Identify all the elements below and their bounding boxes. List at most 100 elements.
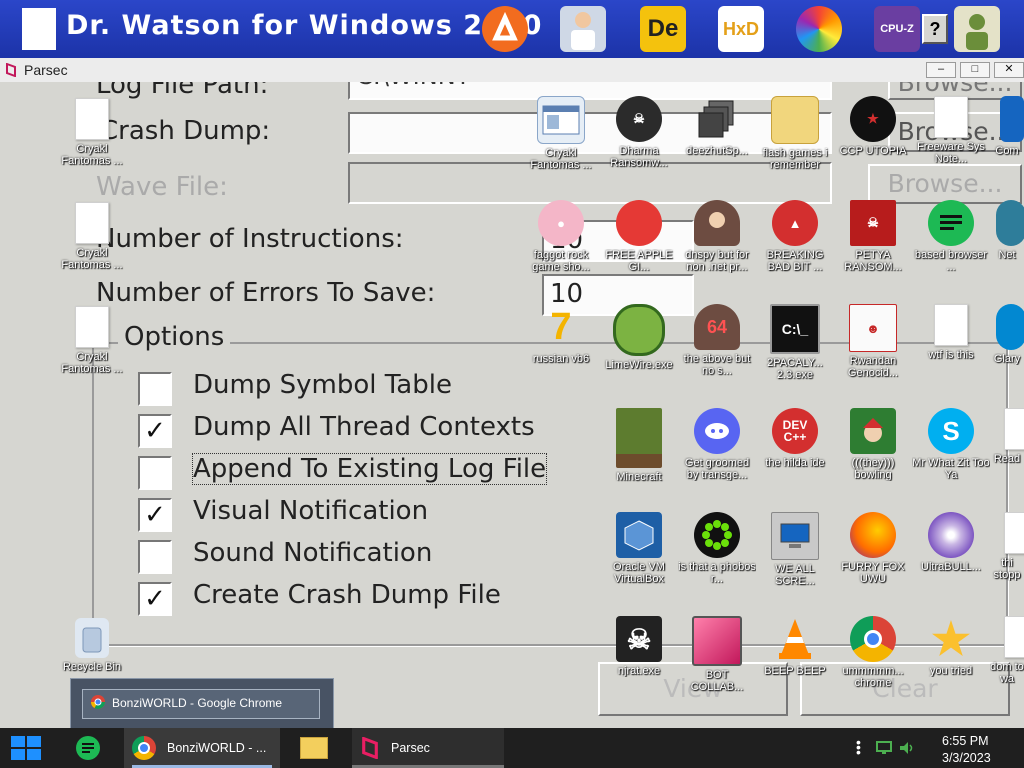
desktop-icon-wtf[interactable]: wtf is this — [912, 304, 990, 361]
file-icon — [75, 98, 109, 140]
photos-icon[interactable] — [796, 6, 842, 52]
desktop-icon-we-all-scre[interactable]: WE ALL SCRE... — [756, 512, 834, 587]
clock-date[interactable]: 3/3/2023 — [942, 751, 991, 765]
star-icon: ★ — [931, 614, 971, 664]
desktop-icon-russian-vb6[interactable]: 7 russian vb6 — [522, 304, 600, 366]
desktop-icon-bowling[interactable]: (((they))) bowling — [834, 408, 912, 481]
start-button[interactable] — [0, 728, 54, 768]
desktop-icon-chrome[interactable]: ummmmm... chrome — [834, 616, 912, 689]
vb6-icon: 7 — [550, 305, 572, 348]
folder-icon — [771, 96, 819, 144]
desktop-icon-furry-fox[interactable]: FURRY FOX UWU — [834, 512, 912, 585]
glary-icon — [996, 304, 1024, 350]
desktop-icon-discord[interactable]: Get groomed by transge... — [678, 408, 756, 481]
skull-icon: ☠ — [616, 616, 662, 662]
desktop-icon-cryakl-1[interactable]: Cryakl Fantomas ... — [53, 98, 131, 167]
desktop-icon-njrat[interactable]: ☠ njrat.exe — [600, 616, 678, 677]
dump-symbol-table-label: Dump Symbol Table — [193, 370, 452, 400]
windows-start-icon — [11, 736, 41, 760]
browse-wave-button[interactable]: Browse... — [868, 164, 1022, 204]
taskbar-explorer[interactable] — [286, 728, 340, 768]
desktop-icon-dom[interactable]: dom to wa — [990, 616, 1024, 685]
desktop-icon-dnspy[interactable]: dnspy but for non .net pr... — [678, 200, 756, 273]
stack-icon — [694, 96, 740, 142]
app-icon — [22, 8, 56, 50]
cpu-z-icon[interactable]: CPU-Z — [874, 6, 920, 52]
desktop-icon-ccp-utopia[interactable]: ★ CCP UTOPIA — [834, 96, 912, 157]
file-icon — [1004, 512, 1024, 554]
desktop-icon-skype[interactable]: S Mr What Zit Too Ya — [912, 408, 990, 481]
dump-symbol-table-checkbox[interactable] — [138, 372, 172, 406]
errors-label: Number of Errors To Save: — [96, 278, 436, 308]
desktop-icon-bot-collab[interactable]: BOT COLLAB... — [678, 616, 756, 693]
network-icon[interactable] — [876, 741, 892, 755]
desktop-icon-flash-games[interactable]: flash games i remember — [756, 96, 834, 171]
file-icon — [934, 96, 968, 138]
dump-thread-contexts-checkbox[interactable]: ✓ — [138, 414, 172, 448]
desktop-icon-phobos[interactable]: is that a phobos r... — [678, 512, 756, 585]
doctor-icon[interactable] — [560, 6, 606, 52]
desktop-icon-cryakl-2[interactable]: Cryakl Fantomas ... — [53, 202, 131, 271]
minimize-button[interactable]: – — [926, 62, 956, 78]
limewire-icon — [613, 304, 665, 356]
desktop-icon-net[interactable]: Net — [990, 200, 1024, 261]
desktop-icon-minecraft[interactable]: Minecraft — [600, 408, 678, 483]
taskbar-chrome-label: BonziWORLD - ... — [167, 741, 267, 755]
desktop-icon-you-tried[interactable]: ★ you tried — [912, 614, 990, 678]
taskbar-parsec-label: Parsec — [391, 741, 430, 755]
desktop-icon-read[interactable]: Read — [990, 408, 1024, 465]
blue-icon — [1000, 96, 1024, 142]
portrait-icon — [694, 200, 740, 246]
volume-icon[interactable] — [899, 741, 915, 755]
taskbar-docs-app[interactable] — [62, 728, 116, 768]
visual-notification-checkbox[interactable]: ✓ — [138, 498, 172, 532]
append-log-checkbox[interactable] — [138, 456, 172, 490]
create-crash-dump-checkbox[interactable]: ✓ — [138, 582, 172, 616]
desktop-icon-deezhut[interactable]: deezhutSp... — [678, 96, 756, 157]
desktop-icon-limewire[interactable]: LimeWire.exe — [600, 304, 678, 371]
monitor-icon — [692, 616, 742, 666]
hxd-icon[interactable]: HxD — [718, 6, 764, 52]
desktop-icon-thi-stopp[interactable]: thi stopp — [990, 512, 1024, 581]
maximize-button[interactable]: □ — [960, 62, 990, 78]
parsec-logo-icon — [6, 63, 16, 77]
file-icon — [1004, 408, 1024, 450]
green-doc-icon — [76, 736, 100, 760]
desktop-icon-free-apple[interactable]: FREE APPLE GI... — [600, 200, 678, 273]
user-icon[interactable] — [954, 6, 1000, 52]
desktop-icon-petya[interactable]: ☠ PETYA RANSOM... — [834, 200, 912, 273]
desktop-icon-beep-beep[interactable]: BEEP BEEP — [756, 616, 834, 677]
computer-icon — [771, 512, 819, 560]
create-crash-dump-label: Create Crash Dump File — [193, 580, 501, 610]
desktop-icon-hilda-ide[interactable]: DEV C++ the hilda ide — [756, 408, 834, 469]
virtualbox-icon — [616, 512, 662, 558]
desktop-icon-based-browser[interactable]: based browser ... — [912, 200, 990, 273]
parsec-icon — [362, 737, 378, 759]
desktop-icon-cryakl[interactable]: Cryakl Fantomas ... — [522, 96, 600, 171]
desktop-icon-2pacaly[interactable]: C:\_ 2PACALY... 2.3.exe — [756, 304, 834, 381]
desktop-icon-cryakl-3[interactable]: Cryakl Fantomas ... — [53, 306, 131, 375]
preview-title: BonziWORLD - Google Chrome — [112, 696, 283, 710]
desktop-icon-breaking-bad[interactable]: ▲ BREAKING BAD BIT ... — [756, 200, 834, 273]
desktop-icon-dharma[interactable]: ☠ Dharma Ransomw... — [600, 96, 678, 169]
desktop-icon-the-above[interactable]: 64 the above but no s... — [678, 304, 756, 377]
file-icon — [75, 306, 109, 348]
clock-time[interactable]: 6:55 PM — [942, 734, 989, 748]
overflow-menu-icon[interactable]: • • • — [856, 735, 861, 759]
desktop-icon-recycle-bin[interactable]: Recycle Bin — [53, 618, 131, 673]
file-icon — [934, 304, 968, 346]
options-title: Options — [118, 322, 231, 352]
de-icon[interactable]: De — [640, 6, 686, 52]
desktop-icon-freeware[interactable]: Freeware Sys Note... — [912, 96, 990, 165]
desktop-icon-virtualbox[interactable]: Oracle VM VirtualBox — [600, 512, 678, 585]
chrome-icon — [91, 695, 105, 709]
help-icon[interactable]: ? — [922, 14, 948, 44]
desktop-icon-rwandan[interactable]: ☻ Rwandan Genocid... — [834, 304, 912, 379]
desktop-icon-com[interactable]: Com — [990, 96, 1024, 157]
desktop-icon-ultrabull[interactable]: UltraBULL... — [912, 512, 990, 573]
sound-notification-checkbox[interactable] — [138, 540, 172, 574]
desktop-icon-rock-game[interactable]: ● faggot rock game sho... — [522, 200, 600, 273]
desktop-icon-glary[interactable]: Glary — [990, 304, 1024, 365]
avast-icon[interactable] — [482, 6, 528, 52]
close-button[interactable]: ✕ — [994, 62, 1024, 78]
